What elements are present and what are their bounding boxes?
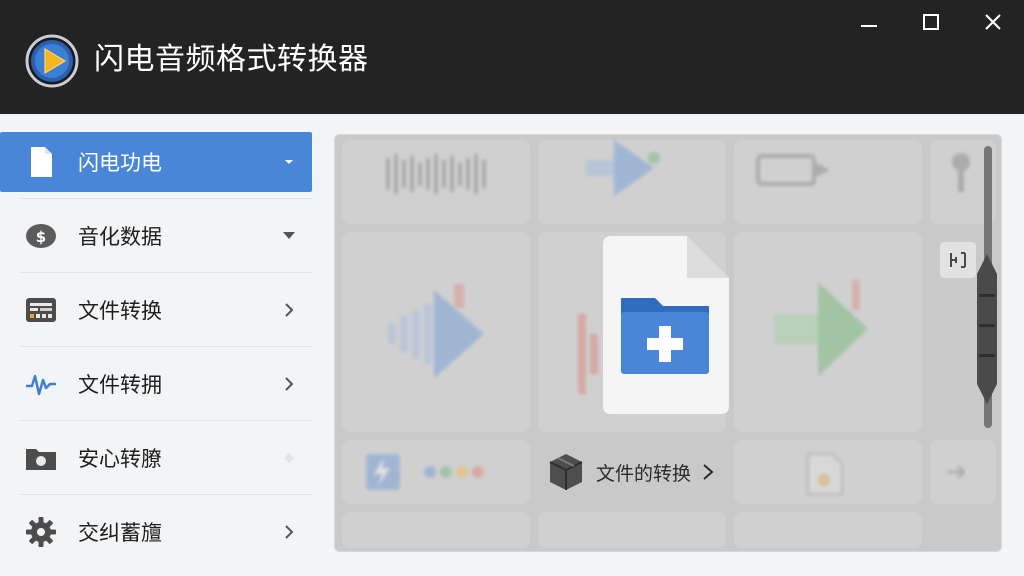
dollar-coin-icon: $ [24, 219, 58, 253]
minimize-button[interactable] [851, 6, 887, 38]
fit-bracket-icon [950, 252, 966, 268]
battery-tag-icon [756, 154, 830, 186]
sidebar-item-label: 安心转膫 [78, 447, 162, 471]
close-icon [985, 14, 1001, 30]
minimize-icon [861, 25, 877, 27]
chevron-right-icon [703, 464, 714, 480]
svg-text:$: $ [36, 228, 46, 246]
add-file-folder-icon[interactable] [599, 234, 731, 416]
sidebar-nav: 闪电功电 $ 音化数据 文件转换 文件转拥 安心转膫 交纠蓄旜 [0, 132, 312, 576]
fit-view-button[interactable] [940, 242, 976, 278]
lightning-file-icon [366, 454, 484, 490]
chevron-right-icon [280, 523, 298, 541]
divider [0, 488, 312, 502]
sidebar-item-lightning[interactable]: 闪电功电 [0, 132, 312, 192]
caption-label: 文件的转换 [596, 462, 692, 485]
microphone-icon [952, 153, 970, 192]
sidebar-item-file-convert[interactable]: 文件转换 [0, 280, 312, 340]
title-bar: 闪电音频格式转换器 [0, 0, 1024, 114]
play-arrow-icon [586, 140, 660, 196]
background-tile [342, 512, 530, 548]
main-panel: 文件的转换 [334, 134, 1002, 552]
divider [0, 340, 312, 354]
scrollbar-thumb[interactable] [975, 254, 999, 404]
divider [0, 192, 312, 206]
chevron-right-icon [280, 301, 298, 319]
divider [0, 266, 312, 280]
arrow-right-icon [948, 465, 966, 479]
audio-file-icon [807, 453, 843, 495]
file-convert-link[interactable]: 文件的转换 [548, 452, 715, 492]
sidebar-item-label: 文件转拥 [78, 373, 162, 397]
app-title: 闪电音频格式转换器 [94, 42, 369, 77]
gear-icon [24, 515, 58, 549]
app-logo-icon [25, 34, 79, 88]
sidebar-item-audio-data[interactable]: $ 音化数据 [0, 206, 312, 266]
sidebar-item-settings[interactable]: 交纠蓄旜 [0, 502, 312, 562]
app-window: 闪电音频格式转换器 闪电功电 $ 音化数据 文件转换 文件转拥 安心转膫 交纠蓄… [0, 0, 1024, 576]
document-icon [24, 145, 58, 179]
waveform-bars-icon [386, 154, 486, 194]
sidebar-item-file-transfer[interactable]: 文件转拥 [0, 354, 312, 414]
close-button[interactable] [975, 6, 1011, 38]
equalizer-panel-icon [24, 293, 58, 327]
diamond-icon [280, 449, 298, 467]
sidebar-item-label: 文件转换 [78, 299, 162, 323]
caret-down-icon [280, 153, 298, 171]
divider [0, 414, 312, 428]
green-arrow-icon [774, 280, 868, 376]
sidebar-item-label: 闪电功电 [78, 151, 162, 175]
sidebar-item-label: 音化数据 [78, 225, 162, 249]
box-icon [549, 454, 583, 490]
waveform-icon [24, 367, 58, 401]
caret-down-icon [280, 227, 298, 245]
blue-arrow-icon [388, 284, 484, 378]
chevron-right-icon [280, 375, 298, 393]
sidebar-item-secure-convert[interactable]: 安心转膫 [0, 428, 312, 488]
camera-folder-icon [24, 441, 58, 475]
maximize-button[interactable] [913, 6, 949, 38]
background-tile [538, 512, 726, 548]
maximize-icon [923, 14, 939, 30]
background-tile [734, 512, 922, 548]
sidebar-item-label: 交纠蓄旜 [78, 521, 162, 545]
